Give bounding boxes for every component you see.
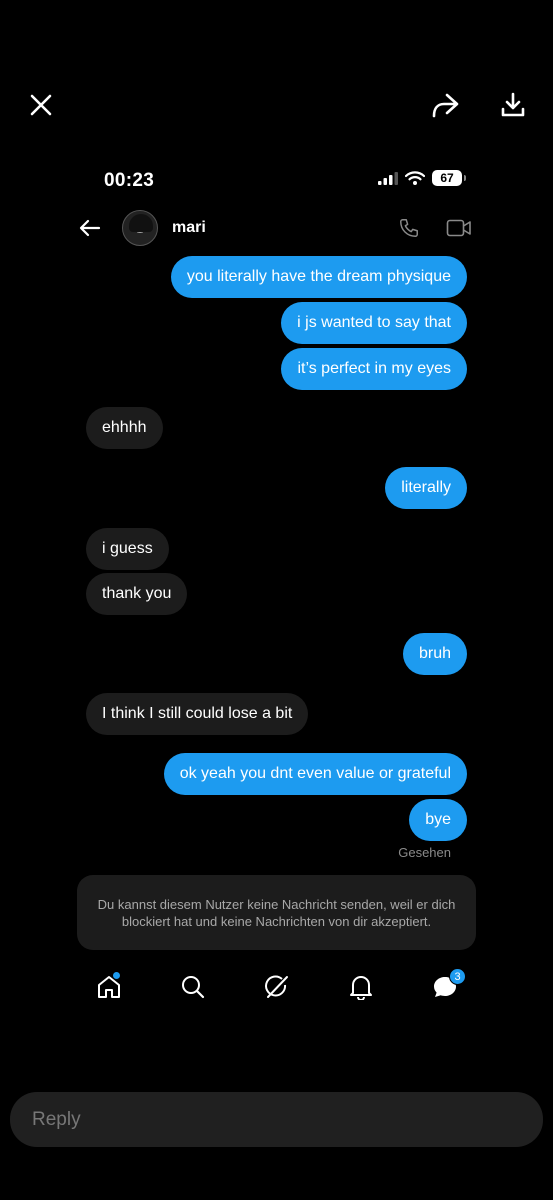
message-bubble-sent[interactable]: literally	[385, 467, 467, 509]
share-icon	[432, 93, 459, 118]
nav-home[interactable]	[86, 966, 132, 1008]
message-bubble-sent[interactable]: bruh	[402, 633, 467, 675]
back-button[interactable]	[76, 214, 104, 242]
status-icons: 67	[378, 170, 466, 186]
avatar[interactable]	[122, 210, 158, 246]
nav-messages[interactable]: 3	[422, 966, 468, 1008]
back-arrow-icon	[79, 219, 101, 237]
home-notification-dot	[113, 972, 120, 979]
share-button[interactable]	[424, 86, 466, 124]
status-time: 00:23	[104, 170, 155, 191]
messages-badge: 3	[449, 968, 466, 985]
message-bubble-received[interactable]: i guess	[86, 528, 169, 570]
close-button[interactable]	[22, 86, 60, 124]
message-bubble-sent[interactable]: it’s perfect in my eyes	[281, 348, 467, 390]
bottom-nav: 3	[86, 966, 468, 1008]
contact-name[interactable]: mari	[172, 219, 206, 237]
nav-grok[interactable]	[254, 966, 300, 1008]
grok-icon	[265, 975, 288, 998]
search-icon	[182, 976, 205, 999]
message-bubble-sent[interactable]: ok yeah you dnt even value or grateful	[163, 753, 467, 795]
bell-icon	[350, 976, 372, 1000]
seen-status: Gesehen	[398, 845, 451, 860]
download-button[interactable]	[493, 86, 533, 124]
message-bubble-sent[interactable]: you literally have the dream physique	[170, 256, 467, 298]
nav-search[interactable]	[170, 966, 216, 1008]
phone-icon[interactable]	[398, 217, 420, 239]
message-bubble-received[interactable]: ehhhh	[86, 407, 163, 449]
video-icon[interactable]	[446, 218, 472, 238]
battery-indicator: 67	[432, 170, 466, 186]
message-bubble-sent[interactable]: bye	[409, 799, 467, 841]
blocked-notice: Du kannst diesem Nutzer keine Nachricht …	[77, 875, 476, 950]
download-icon	[501, 92, 525, 117]
message-bubble-received[interactable]: I think I still could lose a bit	[86, 693, 309, 735]
nav-notifications[interactable]	[338, 966, 384, 1008]
signal-icon	[378, 171, 398, 185]
reply-input[interactable]	[10, 1092, 543, 1147]
message-bubble-sent[interactable]: i js wanted to say that	[281, 302, 467, 344]
wifi-icon	[405, 171, 425, 185]
message-bubble-received[interactable]: thank you	[86, 573, 188, 615]
close-icon	[30, 94, 52, 116]
chat-header: mari	[76, 206, 472, 250]
